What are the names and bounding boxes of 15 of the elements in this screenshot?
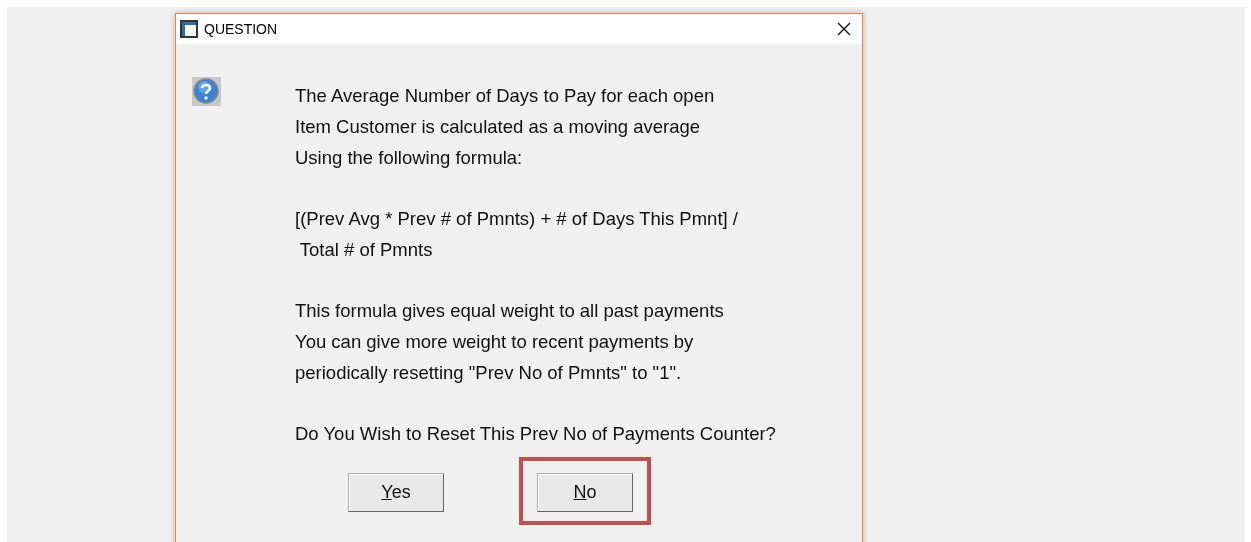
window-title: QUESTION — [204, 21, 279, 37]
message-line: periodically resetting "Prev No of Pmnts" to "1". — [295, 361, 683, 385]
message-line: Using the following formula: — [295, 146, 524, 170]
message-line: This formula gives equal weight to all past payments — [295, 299, 725, 323]
close-icon[interactable] — [837, 22, 851, 36]
question-icon — [192, 77, 221, 106]
message-line: Total # of Pmnts — [298, 238, 434, 262]
message-line: [(Prev Avg * Prev # of Pmnts) + # of Days This Pmnt] / — [295, 207, 739, 231]
dialog-button[interactable]: No — [537, 473, 633, 512]
message-line: The Average Number of Days to Pay for each open — [295, 84, 716, 108]
window-icon — [180, 20, 198, 38]
message-line: You can give more weight to recent payments by — [295, 330, 695, 354]
dialog-button[interactable]: Yes — [348, 473, 444, 512]
message-line: Item Customer is calculated as a moving average — [295, 115, 702, 139]
message-line: Do You Wish to Reset This Prev No of Payments Counter? — [295, 422, 776, 446]
